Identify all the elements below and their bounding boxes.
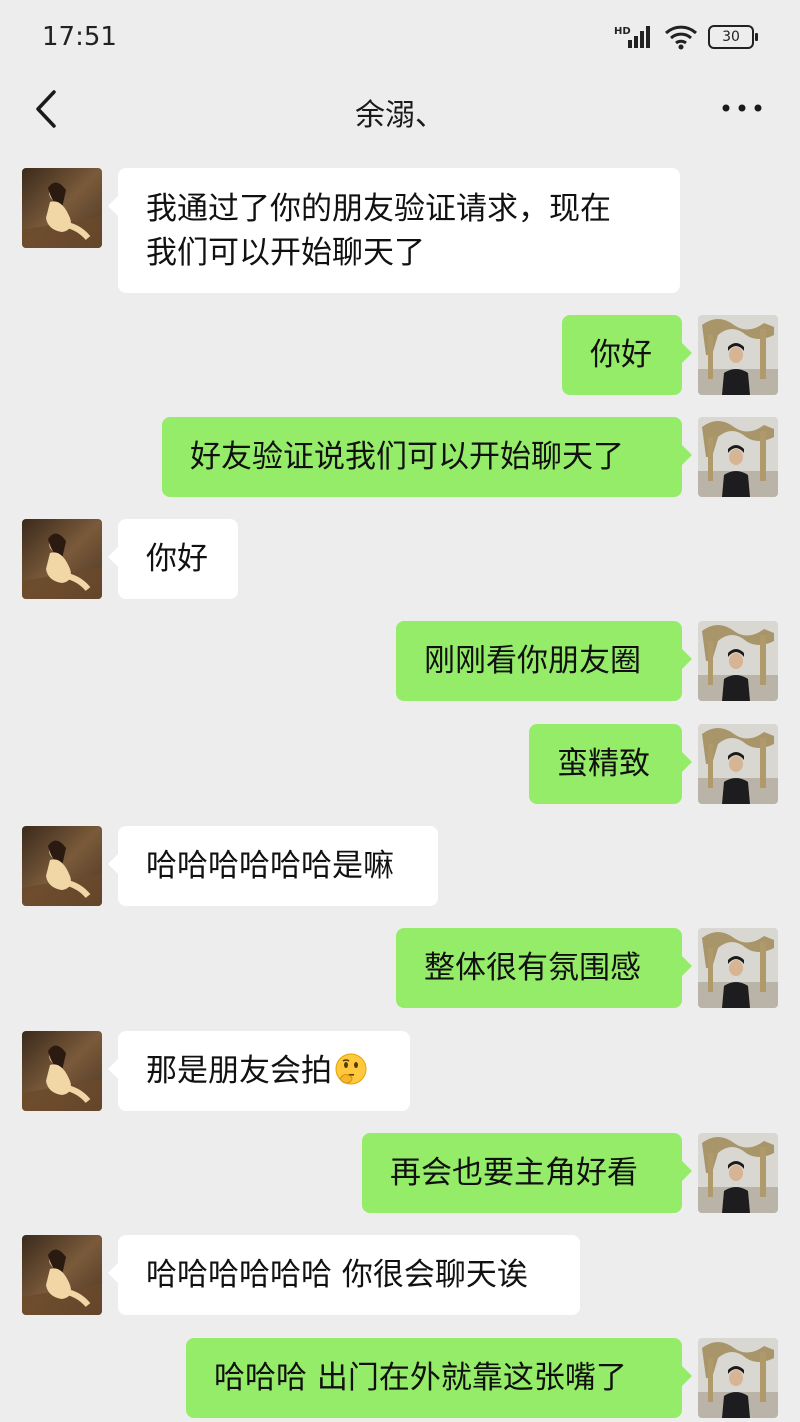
message-text: 再会也要主角好看 xyxy=(390,1155,638,1191)
message-text-line2: 我们可以开始聊天了 xyxy=(146,235,425,271)
my-avatar[interactable] xyxy=(698,417,778,497)
my-avatar[interactable] xyxy=(698,1133,778,1213)
message-bubble[interactable]: 刚刚看你朋友圈 xyxy=(396,621,692,701)
contact-avatar-image xyxy=(22,826,102,906)
message-bubble[interactable]: 好友验证说我们可以开始聊天了 xyxy=(162,417,692,497)
message-text: 整体很有氛围感 xyxy=(424,950,641,986)
message-bubble[interactable]: 哈哈哈哈哈哈是嘛 xyxy=(108,826,438,906)
my-avatar[interactable] xyxy=(698,621,778,701)
contact-avatar-image xyxy=(22,519,102,599)
my-avatar-image xyxy=(698,1338,778,1418)
my-avatar-image xyxy=(698,928,778,1008)
message-text: 哈哈哈哈哈哈 你很会聊天诶 xyxy=(146,1257,528,1293)
my-avatar-image xyxy=(698,315,778,395)
message-bubble[interactable]: 哈哈哈 出门在外就靠这张嘴了 xyxy=(186,1338,692,1418)
message-text: 你好 xyxy=(146,541,208,577)
message-bubble[interactable]: 你好 xyxy=(562,315,692,395)
my-avatar[interactable] xyxy=(698,1338,778,1418)
my-avatar-image xyxy=(698,621,778,701)
contact-avatar-image xyxy=(22,168,102,248)
message-text: 我通过了你的朋友验证请求，现在 xyxy=(146,191,611,227)
thinking-face-emoji xyxy=(335,1053,367,1085)
message-text: 好友验证说我们可以开始聊天了 xyxy=(190,439,624,475)
my-avatar[interactable] xyxy=(698,724,778,804)
contact-avatar[interactable] xyxy=(22,1235,102,1315)
message-text: 那是朋友会拍 xyxy=(146,1053,332,1089)
contact-avatar-image xyxy=(22,1235,102,1315)
chat-area[interactable]: 我通过了你的朋友验证请求，现在 我们可以开始聊天了 你好 好友验证说我们可以开始… xyxy=(0,0,800,1422)
message-text: 哈哈哈 出门在外就靠这张嘴了 xyxy=(214,1360,627,1396)
contact-avatar[interactable] xyxy=(22,1031,102,1111)
contact-avatar-image xyxy=(22,1031,102,1111)
message-text: 哈哈哈哈哈哈是嘛 xyxy=(146,848,394,884)
message-bubble[interactable]: 整体很有氛围感 xyxy=(396,928,692,1008)
contact-avatar[interactable] xyxy=(22,168,102,248)
message-bubble[interactable]: 你好 xyxy=(108,519,238,599)
my-avatar-image xyxy=(698,417,778,497)
message-bubble[interactable]: 哈哈哈哈哈哈 你很会聊天诶 xyxy=(108,1235,580,1315)
message-bubble[interactable]: 那是朋友会拍 xyxy=(108,1031,410,1111)
my-avatar[interactable] xyxy=(698,928,778,1008)
contact-avatar[interactable] xyxy=(22,519,102,599)
message-text: 刚刚看你朋友圈 xyxy=(424,643,641,679)
message-bubble[interactable]: 蛮精致 xyxy=(529,724,692,804)
my-avatar[interactable] xyxy=(698,315,778,395)
message-bubble[interactable]: 再会也要主角好看 xyxy=(362,1133,692,1213)
my-avatar-image xyxy=(698,724,778,804)
message-bubble[interactable]: 我通过了你的朋友验证请求，现在 我们可以开始聊天了 xyxy=(108,168,680,293)
my-avatar-image xyxy=(698,1133,778,1213)
message-text: 蛮精致 xyxy=(557,746,650,782)
contact-avatar[interactable] xyxy=(22,826,102,906)
message-text: 你好 xyxy=(590,337,652,373)
